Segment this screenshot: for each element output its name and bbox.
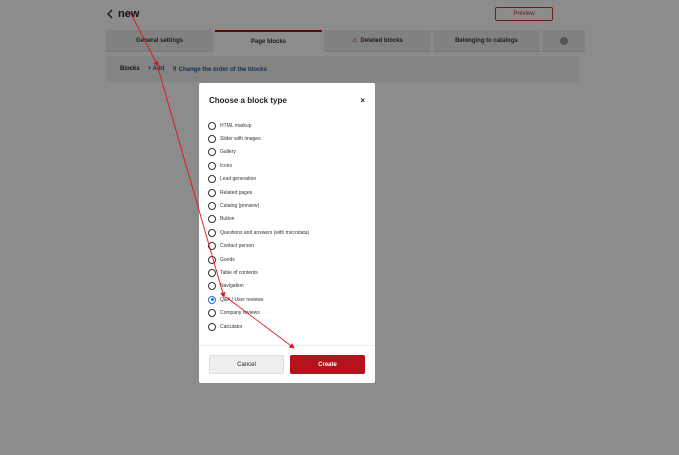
divider — [199, 345, 375, 346]
option-label: Goods — [220, 256, 235, 263]
radio-icon[interactable] — [208, 322, 216, 331]
block-type-option[interactable]: Lead generation — [208, 173, 368, 186]
close-icon[interactable]: × — [360, 96, 365, 105]
option-label: Navigation — [220, 283, 244, 290]
block-type-option[interactable]: Icons — [208, 159, 368, 172]
option-label: HTML markup — [220, 122, 252, 129]
option-label: Q&A / User reviews — [220, 296, 264, 303]
radio-icon[interactable] — [208, 135, 216, 144]
radio-icon[interactable] — [208, 242, 216, 251]
block-type-option[interactable]: Company reviews — [208, 306, 368, 319]
option-label: Slider with images — [220, 136, 261, 143]
radio-icon[interactable] — [208, 282, 216, 291]
radio-icon[interactable] — [208, 268, 216, 277]
option-label: Button — [220, 216, 235, 223]
block-type-option[interactable]: Goods — [208, 253, 368, 266]
option-label: Contact person — [220, 243, 254, 250]
block-type-option[interactable]: Related pages — [208, 186, 368, 199]
block-type-option[interactable]: Contact person — [208, 240, 368, 253]
radio-icon[interactable] — [208, 161, 216, 170]
option-label: Icons — [220, 162, 232, 169]
block-type-option[interactable]: Table of contents — [208, 266, 368, 279]
radio-icon[interactable] — [208, 215, 216, 224]
block-type-option[interactable]: Questions and answers (with microdata) — [208, 226, 368, 239]
option-label: Company reviews — [220, 310, 260, 317]
block-type-option[interactable]: Slider with images — [208, 132, 368, 145]
radio-icon[interactable] — [208, 202, 216, 211]
block-type-option[interactable]: Q&A / User reviews — [208, 293, 368, 306]
radio-icon[interactable] — [208, 309, 216, 318]
block-type-option[interactable]: Catalog (preview) — [208, 199, 368, 212]
dialog-title: Choose a block type — [209, 95, 287, 105]
option-label: Gallery — [220, 149, 236, 156]
option-label: Calculator — [220, 323, 243, 330]
option-label: Lead generation — [220, 176, 257, 183]
create-button[interactable]: Create — [290, 355, 365, 374]
block-type-option[interactable]: Calculator — [208, 320, 368, 333]
radio-icon[interactable] — [208, 228, 216, 237]
option-label: Related pages — [220, 189, 253, 196]
block-type-option[interactable]: Gallery — [208, 146, 368, 159]
choose-block-type-dialog: Choose a block type × HTML markup Slider … — [199, 83, 375, 383]
cancel-button[interactable]: Cancel — [209, 355, 284, 374]
block-type-option[interactable]: HTML markup — [208, 119, 368, 132]
dialog-header: Choose a block type × — [209, 93, 365, 107]
option-label: Table of contents — [220, 269, 258, 276]
radio-icon[interactable] — [208, 121, 216, 130]
radio-icon[interactable] — [208, 188, 216, 197]
option-label: Catalog (preview) — [220, 203, 260, 210]
radio-selected-icon[interactable] — [208, 295, 216, 304]
block-type-option[interactable]: Button — [208, 213, 368, 226]
radio-icon[interactable] — [208, 148, 216, 157]
block-type-list: HTML markup Slider with images Gallery Icon… — [208, 119, 368, 333]
radio-icon[interactable] — [208, 255, 216, 264]
radio-icon[interactable] — [208, 175, 216, 184]
option-label: Questions and answers (with microdata) — [220, 229, 310, 236]
block-type-option[interactable]: Navigation — [208, 280, 368, 293]
